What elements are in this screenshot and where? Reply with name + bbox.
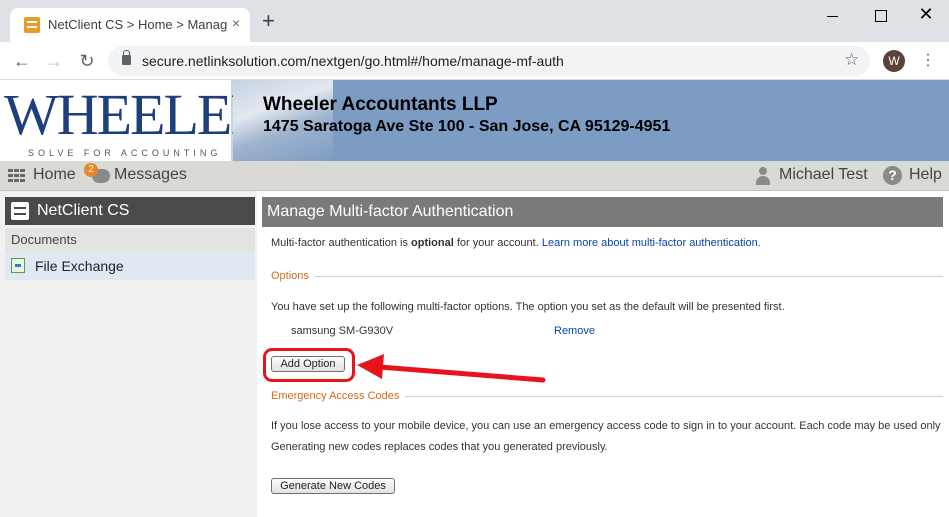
- logo-wordmark: WHEELER: [4, 82, 269, 147]
- options-legend: Options: [271, 270, 315, 282]
- nav-home-link[interactable]: Home: [33, 166, 76, 184]
- intro-optional: optional: [411, 237, 454, 249]
- forward-icon[interactable]: →: [42, 49, 66, 73]
- options-description: You have set up the following multi-fact…: [271, 301, 785, 313]
- browser-menu-icon[interactable]: ⋮: [920, 51, 936, 71]
- page: NetClient CS > Home > Manage × + ✕ ← → ↻…: [0, 0, 949, 517]
- sidebar-app-header[interactable]: NetClient CS: [5, 197, 255, 225]
- annotation-highlight-ring: [263, 348, 355, 382]
- messages-count-badge: 2: [84, 163, 98, 177]
- page-title-bar: Manage Multi-factor Authentication: [262, 197, 943, 227]
- nav-help-link[interactable]: Help: [909, 166, 942, 184]
- sidebar-section-documents: Documents: [5, 228, 255, 252]
- sidebar: NetClient CS Documents File Exchange: [0, 191, 257, 517]
- lock-icon[interactable]: [122, 50, 131, 65]
- site-banner: WHEELER SOLVE FOR ACCOUNTING Wheeler Acc…: [0, 80, 949, 161]
- file-exchange-icon: [11, 258, 25, 273]
- options-divider: [271, 276, 943, 277]
- generate-codes-button[interactable]: Generate New Codes: [271, 478, 395, 494]
- annotation-arrow-icon: [357, 354, 546, 383]
- emergency-text-line-2: Generating new codes replaces codes that…: [271, 441, 608, 453]
- address-bar[interactable]: secure.netlinksolution.com/nextgen/go.ht…: [108, 46, 870, 76]
- learn-more-link[interactable]: Learn more about multi-factor authentica…: [542, 237, 761, 249]
- help-icon[interactable]: ?: [883, 166, 902, 185]
- remove-device-link[interactable]: Remove: [554, 325, 595, 337]
- reload-icon[interactable]: ↻: [75, 49, 99, 73]
- url-text[interactable]: secure.netlinksolution.com/nextgen/go.ht…: [142, 53, 564, 69]
- nav-user-menu[interactable]: Michael Test: [779, 166, 868, 184]
- nav-messages-link[interactable]: Messages: [114, 166, 187, 184]
- browser-tab[interactable]: NetClient CS > Home > Manage ×: [10, 8, 250, 42]
- logo-tagline: SOLVE FOR ACCOUNTING: [28, 148, 222, 158]
- netclient-app-icon: [11, 202, 29, 220]
- tab-title: NetClient CS > Home > Manage: [48, 17, 228, 32]
- user-icon: [755, 167, 771, 185]
- sidebar-item-label: File Exchange: [35, 258, 124, 274]
- emergency-legend: Emergency Access Codes: [271, 390, 406, 402]
- mfa-intro-text: Multi-factor authentication is optional …: [271, 237, 761, 249]
- intro-prefix: Multi-factor authentication is: [271, 237, 412, 249]
- page-title: Manage Multi-factor Authentication: [267, 203, 514, 220]
- profile-avatar[interactable]: W: [883, 50, 905, 72]
- site-navigation: Home 2 Messages Michael Test ? Help: [0, 161, 949, 191]
- emergency-text-line-1: If you lose access to your mobile device…: [271, 420, 941, 432]
- sidebar-app-name: NetClient CS: [37, 202, 130, 219]
- firm-logo: WHEELER SOLVE FOR ACCOUNTING: [0, 80, 269, 161]
- sidebar-item-file-exchange[interactable]: File Exchange: [5, 252, 255, 280]
- netclient-favicon-icon: [24, 17, 40, 33]
- window-close-icon[interactable]: ✕: [912, 0, 940, 28]
- browser-tab-strip: NetClient CS > Home > Manage × + ✕: [0, 0, 949, 42]
- mfa-device-name: samsung SM-G930V: [291, 325, 394, 337]
- bookmark-star-icon[interactable]: ☆: [844, 50, 859, 70]
- minimize-icon[interactable]: [818, 2, 846, 30]
- home-grid-icon[interactable]: [8, 169, 26, 183]
- sidebar-section-label: Documents: [11, 232, 77, 247]
- tab-close-icon[interactable]: ×: [232, 15, 240, 31]
- browser-toolbar: ← → ↻ secure.netlinksolution.com/nextgen…: [0, 42, 949, 80]
- firm-name: Wheeler Accountants LLP: [263, 94, 498, 115]
- back-icon[interactable]: ←: [10, 49, 34, 73]
- intro-suffix: for your account.: [453, 237, 542, 249]
- new-tab-icon[interactable]: +: [262, 10, 275, 32]
- maximize-icon[interactable]: [866, 2, 894, 30]
- firm-address: 1475 Saratoga Ave Ste 100 - San Jose, CA…: [263, 118, 671, 135]
